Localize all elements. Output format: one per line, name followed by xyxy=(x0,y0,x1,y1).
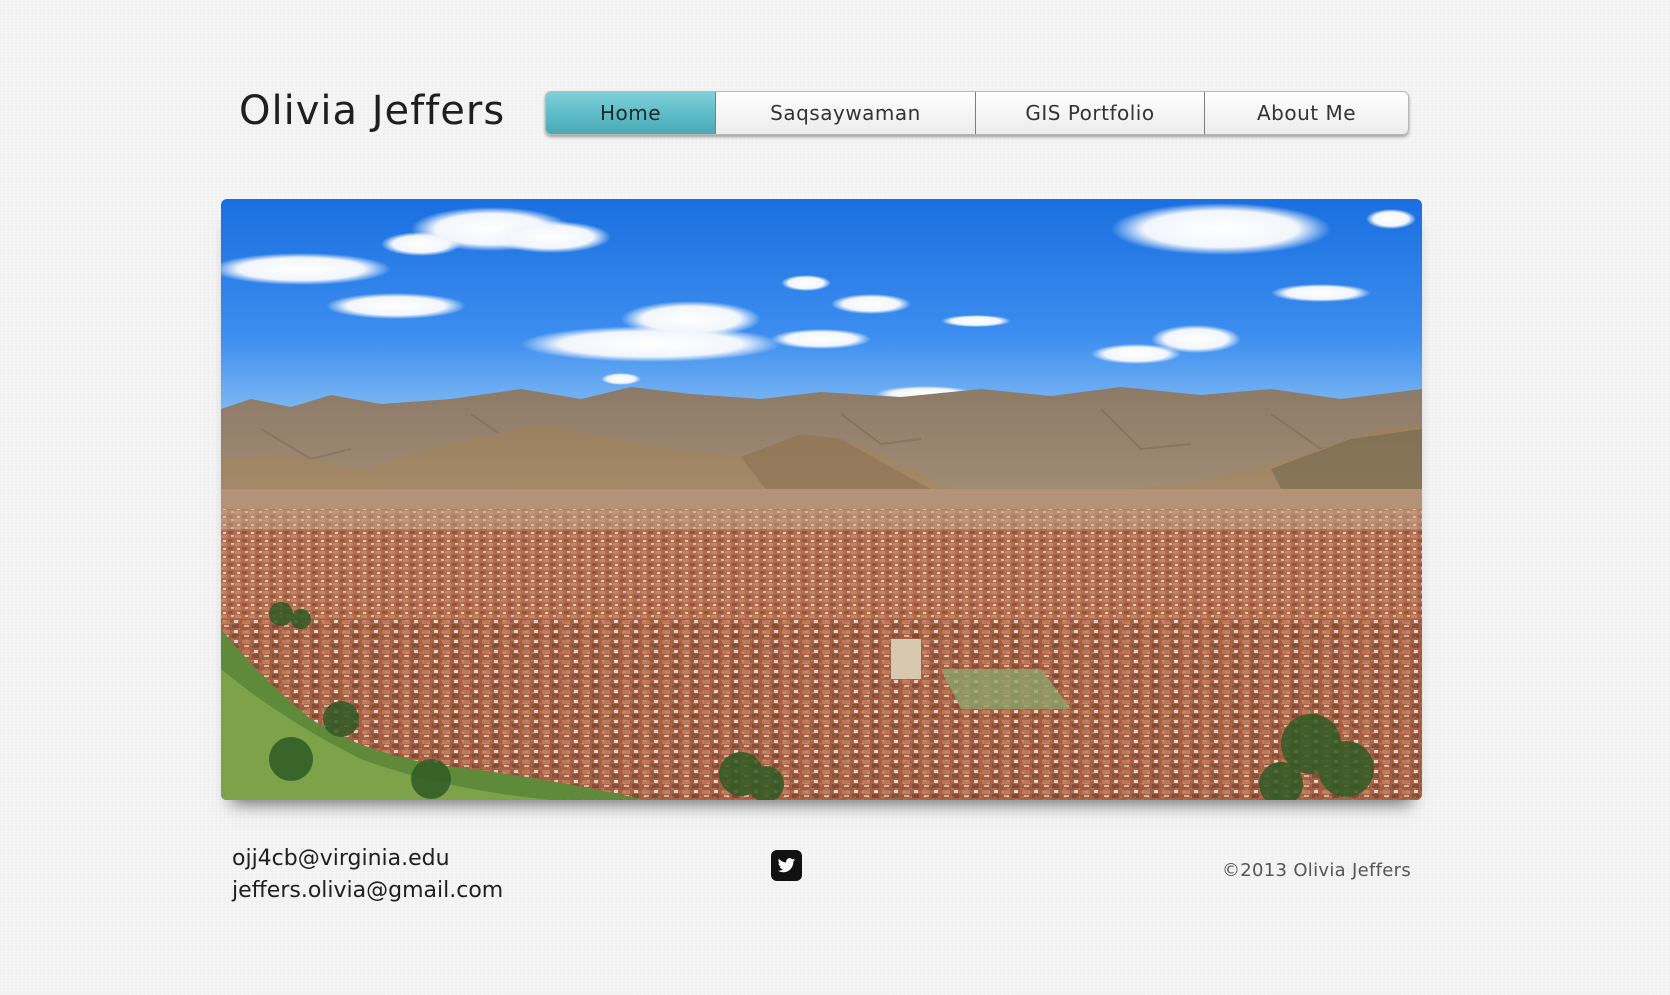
contact-info: ojj4cb@virginia.edu jeffers.olivia@gmail… xyxy=(232,843,503,907)
cusco-panorama-photo xyxy=(221,199,1422,800)
nav-item-gis-portfolio[interactable]: GIS Portfolio xyxy=(976,92,1205,134)
hero-image xyxy=(221,199,1422,800)
site-title: Olivia Jeffers xyxy=(239,88,506,134)
nav-item-about-me[interactable]: About Me xyxy=(1205,92,1408,134)
copyright-notice: ©2013 Olivia Jeffers xyxy=(1222,860,1412,881)
twitter-bird-icon xyxy=(777,857,796,872)
nav-item-saqsaywaman[interactable]: Saqsaywaman xyxy=(716,92,976,134)
main-nav: Home Saqsaywaman GIS Portfolio About Me xyxy=(545,91,1409,135)
twitter-icon[interactable] xyxy=(771,850,802,881)
email-link-gmail[interactable]: jeffers.olivia@gmail.com xyxy=(232,875,503,907)
nav-item-home[interactable]: Home xyxy=(546,92,716,134)
email-link-virginia[interactable]: ojj4cb@virginia.edu xyxy=(232,843,503,875)
